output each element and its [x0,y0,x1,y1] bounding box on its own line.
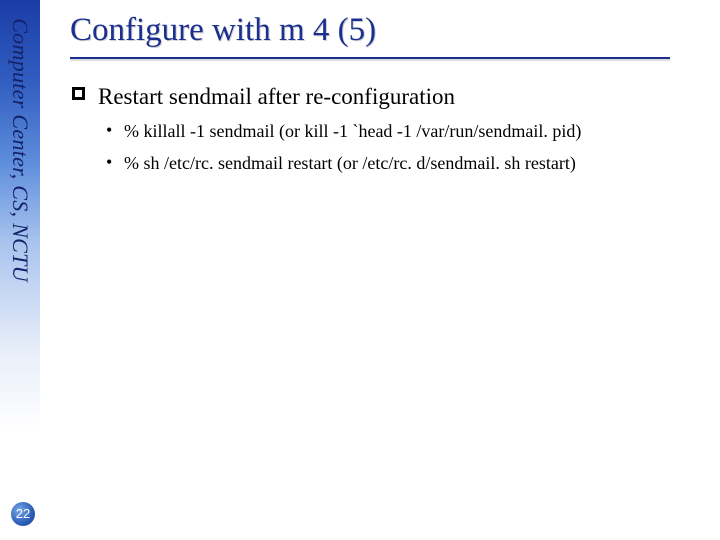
bullet-level1: Restart sendmail after re-configuration [70,81,710,112]
slide-title: Configure with m 4 (5) [70,12,710,49]
page-number-badge: 22 [11,502,35,526]
sidebar-org-label: Computer Center, CS, NCTU [7,18,33,282]
bullet-level2: % killall -1 sendmail (or kill -1 `head … [70,118,710,146]
bullet-level2: % sh /etc/rc. sendmail restart (or /etc/… [70,150,710,178]
title-underline [70,57,670,59]
sidebar-gradient: Computer Center, CS, NCTU [0,0,40,540]
body: Restart sendmail after re-configuration … [70,81,710,178]
slide: Computer Center, CS, NCTU 22 Configure w… [0,0,720,540]
content-area: Configure with m 4 (5) Restart sendmail … [70,0,710,540]
